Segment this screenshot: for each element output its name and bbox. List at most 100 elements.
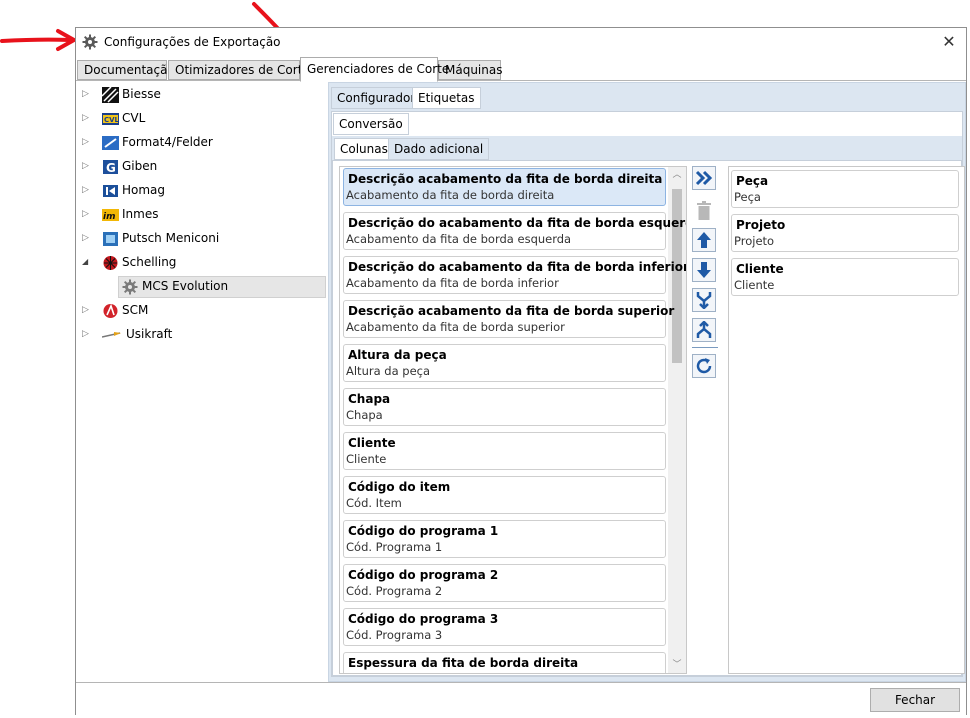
- column-subtitle: Cliente: [734, 278, 775, 292]
- expander-collapsed-icon[interactable]: ▷: [82, 88, 94, 100]
- column-title: Chapa: [348, 392, 391, 406]
- tree-item-inmes[interactable]: ▷ im Inmes: [76, 204, 328, 226]
- expander-collapsed-icon[interactable]: ▷: [82, 304, 94, 316]
- cvl-logo-icon: CVL: [102, 113, 119, 125]
- export-settings-window: Configurações de Exportação ✕ Documentaç…: [75, 27, 967, 715]
- selected-column-card[interactable]: Peça Peça: [731, 170, 959, 208]
- expander-collapsed-icon[interactable]: ▷: [82, 184, 94, 196]
- available-column-card[interactable]: Código do programa 3 Cód. Programa 3: [343, 608, 666, 646]
- delete-button[interactable]: [692, 199, 716, 223]
- homag-logo-icon: [103, 185, 118, 197]
- vertical-scrollbar[interactable]: ︿ ﹀: [668, 167, 686, 673]
- column-subtitle: Cód. Programa 2: [346, 584, 443, 598]
- available-column-card[interactable]: Descrição acabamento da fita de borda di…: [343, 168, 666, 206]
- tab-gerenciadores-de-corte[interactable]: Gerenciadores de Corte: [300, 57, 449, 82]
- expander-collapsed-icon[interactable]: ▷: [82, 136, 94, 148]
- available-column-card[interactable]: Espessura da fita de borda direita: [343, 652, 666, 673]
- tree-item-cvl[interactable]: ▷ CVL CVL: [76, 108, 328, 130]
- tree-item-homag[interactable]: ▷ Homag: [76, 180, 328, 202]
- available-column-card[interactable]: Descrição do acabamento da fita de borda…: [343, 256, 686, 294]
- tab-otimizadores-de-corte[interactable]: Otimizadores de Corte: [168, 60, 310, 80]
- column-title: Descrição acabamento da fita de borda su…: [348, 304, 675, 318]
- column-title: Cliente: [348, 436, 396, 450]
- move-down-icon: [697, 262, 711, 278]
- tree-item-label: Schelling: [122, 255, 177, 269]
- available-column-card[interactable]: Chapa Chapa: [343, 388, 666, 426]
- usikraft-logo-icon: [102, 332, 121, 338]
- refresh-button[interactable]: [692, 354, 716, 378]
- available-columns-list[interactable]: ︿ ﹀ Descrição acabamento da fita de bord…: [339, 166, 687, 674]
- scroll-up-icon[interactable]: ︿: [668, 167, 686, 183]
- column-subtitle: Acabamento da fita de borda superior: [346, 320, 565, 334]
- annotation-arrow-left: [0, 29, 76, 51]
- add-all-button[interactable]: [692, 166, 716, 190]
- tree-item-usikraft[interactable]: ▷ Usikraft: [76, 324, 328, 346]
- tree-item-scm[interactable]: ▷ SCM: [76, 300, 328, 322]
- selected-column-card[interactable]: Cliente Cliente: [731, 258, 959, 296]
- expander-collapsed-icon[interactable]: ▷: [82, 232, 94, 244]
- available-column-card[interactable]: Descrição do acabamento da fita de borda…: [343, 212, 687, 250]
- title-bar: Configurações de Exportação ✕: [76, 28, 966, 58]
- expander-collapsed-icon[interactable]: ▷: [82, 328, 94, 340]
- column-title: Projeto: [736, 218, 786, 232]
- split-icon: [696, 321, 712, 338]
- move-up-icon: [697, 232, 711, 248]
- giben-logo-icon: G: [103, 160, 118, 175]
- expander-collapsed-icon[interactable]: ▷: [82, 160, 94, 172]
- column-title: Descrição do acabamento da fita de borda…: [348, 216, 687, 230]
- tree-item-label: SCM: [122, 303, 149, 317]
- expander-collapsed-icon[interactable]: ▷: [82, 112, 94, 124]
- available-column-card[interactable]: Código do programa 2 Cód. Programa 2: [343, 564, 666, 602]
- column-subtitle: Peça: [734, 190, 761, 204]
- available-column-card[interactable]: Código do item Cód. Item: [343, 476, 666, 514]
- move-up-button[interactable]: [692, 228, 716, 252]
- tree-item-biesse[interactable]: ▷ Biesse: [76, 84, 328, 106]
- expander-expanded-icon[interactable]: ◢: [82, 256, 94, 268]
- scroll-down-icon[interactable]: ﹀: [668, 657, 686, 673]
- tree-item-label: Biesse: [122, 87, 161, 101]
- selected-column-card[interactable]: Projeto Projeto: [731, 214, 959, 252]
- labels-panel: Conversão Colunas Dado adicional ︿ ﹀ Des…: [331, 111, 965, 677]
- tree-item-label: Inmes: [122, 207, 159, 221]
- close-dialog-button[interactable]: Fechar: [870, 688, 960, 712]
- split-button[interactable]: [692, 318, 716, 342]
- tree-item-mcs-evolution[interactable]: MCS Evolution: [76, 276, 328, 298]
- tree-item-schelling[interactable]: ◢ Schelling: [76, 252, 328, 274]
- tree-item-format4-felder[interactable]: ▷ Format4/Felder: [76, 132, 328, 154]
- available-column-card[interactable]: Cliente Cliente: [343, 432, 666, 470]
- column-title: Código do programa 2: [348, 568, 499, 582]
- column-title: Código do programa 1: [348, 524, 499, 538]
- merge-button[interactable]: [692, 288, 716, 312]
- tab-configurador[interactable]: Configurador: [331, 87, 422, 109]
- svg-text:CVL: CVL: [104, 116, 119, 124]
- column-toolbar: [692, 166, 718, 396]
- column-title: Código do programa 3: [348, 612, 499, 626]
- expander-collapsed-icon[interactable]: ▷: [82, 208, 94, 220]
- column-subtitle: Cliente: [346, 452, 387, 466]
- schelling-logo-icon: [103, 256, 118, 270]
- tree-item-label: CVL: [122, 111, 146, 125]
- tree-item-putsch-meniconi[interactable]: ▷ Putsch Meniconi: [76, 228, 328, 250]
- tab-conversao[interactable]: Conversão: [333, 113, 409, 135]
- column-title: Peça: [736, 174, 769, 188]
- tab-dado-adicional[interactable]: Dado adicional: [388, 138, 490, 160]
- tree-item-label: MCS Evolution: [142, 279, 229, 293]
- tab-etiquetas[interactable]: Etiquetas: [412, 87, 481, 109]
- available-column-card[interactable]: Código do programa 1 Cód. Programa 1: [343, 520, 666, 558]
- column-subtitle: Altura da peça: [346, 364, 431, 378]
- main-tab-strip: Documentação Otimizadores de Corte Geren…: [76, 57, 966, 82]
- tab-documentacao[interactable]: Documentação: [77, 60, 175, 80]
- available-column-card[interactable]: Altura da peça Altura da peça: [343, 344, 666, 382]
- close-button[interactable]: ✕: [938, 31, 960, 53]
- tab-colunas[interactable]: Colunas: [334, 138, 394, 160]
- putsch-logo-icon: [103, 232, 118, 246]
- tree-item-giben[interactable]: ▷ G Giben: [76, 156, 328, 178]
- selected-columns-list[interactable]: Peça Peça Projeto Projeto Cliente Cliente: [728, 166, 965, 674]
- toolbar-separator: [692, 347, 718, 348]
- move-down-button[interactable]: [692, 258, 716, 282]
- column-subtitle: Cód. Programa 1: [346, 540, 443, 554]
- columns-panel: ︿ ﹀ Descrição acabamento da fita de bord…: [332, 160, 965, 676]
- available-column-card[interactable]: Descrição acabamento da fita de borda su…: [343, 300, 675, 338]
- svg-text:G: G: [106, 161, 116, 175]
- column-subtitle: Acabamento da fita de borda direita: [346, 188, 555, 202]
